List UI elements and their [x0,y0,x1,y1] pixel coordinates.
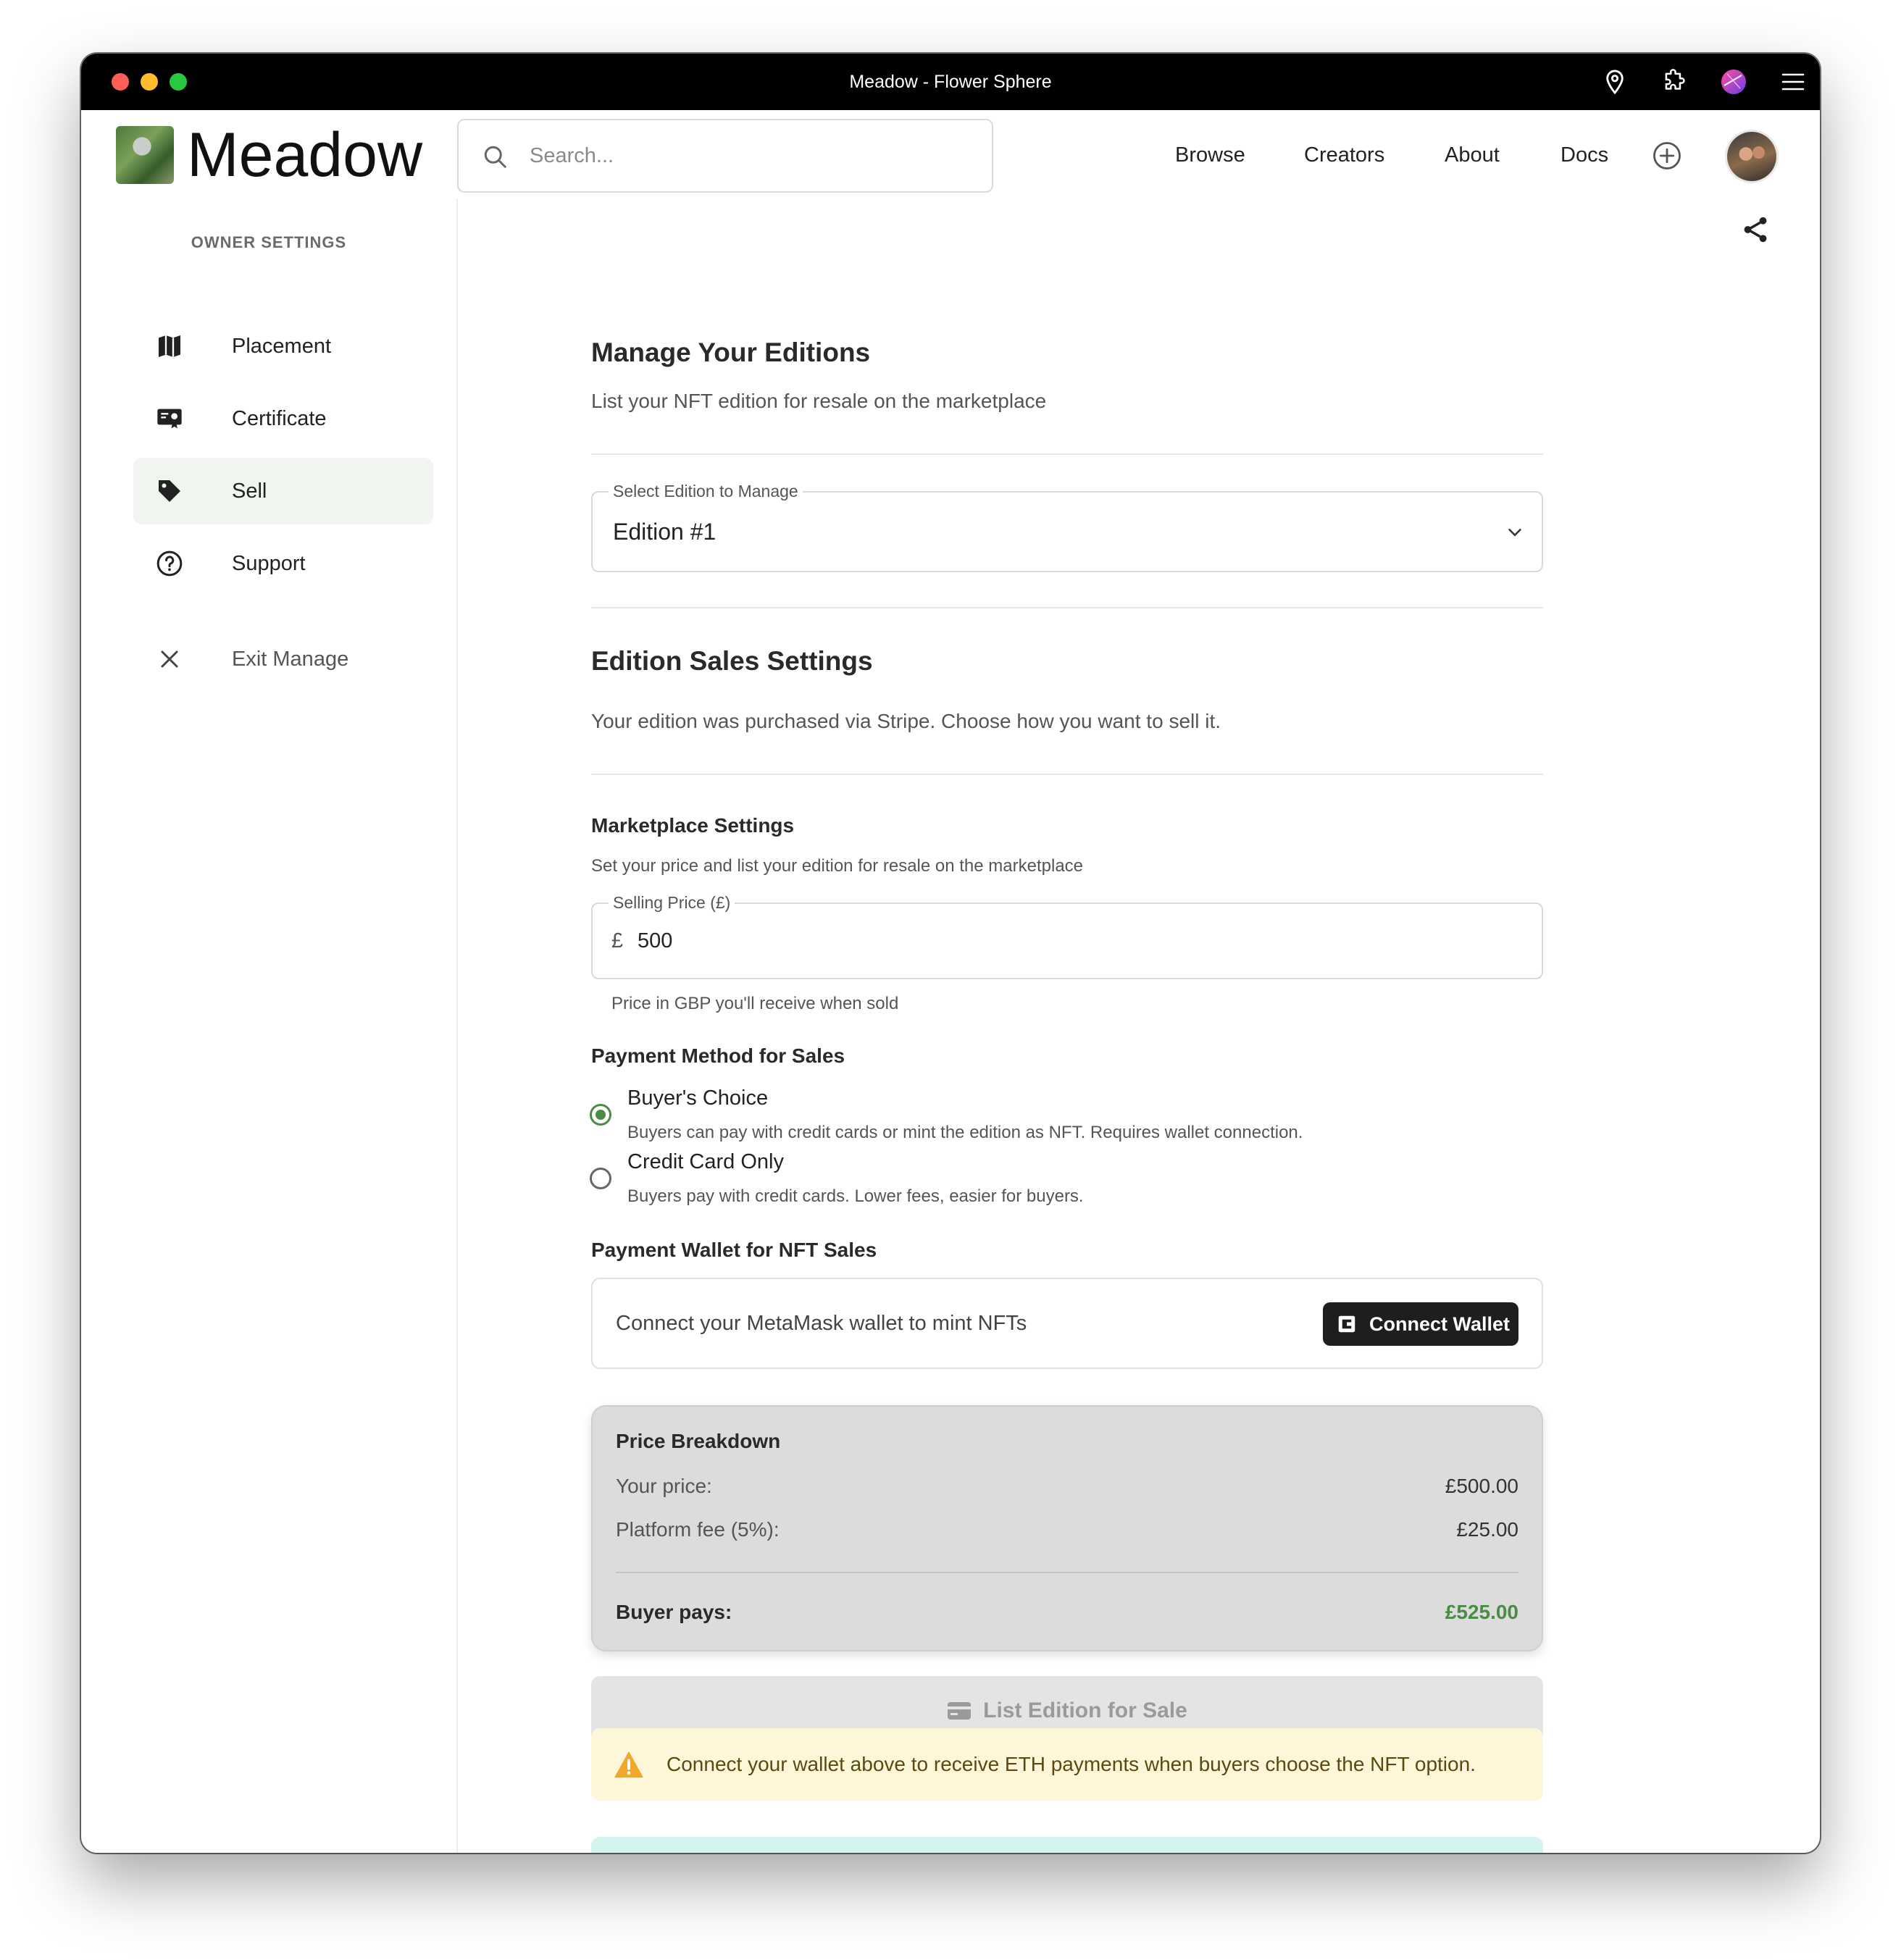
sidebar-item-label: Sell [232,479,267,503]
radio-credit-card-only[interactable] [590,1168,611,1189]
payment-wallet-title: Payment Wallet for NFT Sales [591,1239,877,1261]
sidebar-item-label: Placement [232,335,332,358]
wallet-warning-alert: Connect your wallet above to receive ETH… [591,1728,1543,1801]
sidebar-item-support[interactable]: Support [133,530,433,597]
nav-about[interactable]: About [1445,142,1500,168]
your-price-label: Your price: [616,1475,712,1497]
share-icon[interactable] [1740,214,1771,245]
user-avatar[interactable] [1727,132,1776,181]
wallet-panel: Connect your MetaMask wallet to mint NFT… [591,1278,1543,1369]
exit-manage-label: Exit Manage [232,648,349,671]
selling-price-field[interactable]: Selling Price (£) £ 500 [591,892,1543,979]
sidebar-item-label: Certificate [232,407,327,430]
sidebar-heading: OWNER SETTINGS [191,233,347,251]
buyers-choice-description: Buyers can pay with credit cards or mint… [627,1123,1303,1142]
credit-card-only-title[interactable]: Credit Card Only [627,1150,784,1174]
window-title: Meadow - Flower Sphere [849,72,1052,92]
location-pin-icon[interactable] [1601,68,1629,96]
add-circle-icon[interactable] [1652,141,1682,171]
exit-manage-button[interactable]: Exit Manage [133,626,433,692]
sales-settings-title: Edition Sales Settings [591,646,873,676]
page-title: Manage Your Editions [591,338,871,367]
warning-icon [614,1751,643,1778]
profile-orb-icon[interactable] [1720,68,1747,96]
price-helper-text: Price in GBP you'll receive when sold [611,994,899,1013]
search-placeholder: Search... [530,144,614,167]
price-breakdown-card: Price Breakdown Your price: £500.00 Plat… [591,1405,1543,1651]
list-edition-label: List Edition for Sale [983,1699,1187,1722]
sidebar-divider [456,198,458,1853]
credit-card-icon [948,1702,972,1720]
edition-select-value: Edition #1 [613,519,716,545]
nav-creators[interactable]: Creators [1304,142,1384,168]
currency-symbol: £ [611,929,624,952]
connect-wallet-label: Connect Wallet [1369,1313,1511,1335]
buyer-pays-value: £525.00 [1445,1601,1518,1623]
search-input[interactable]: Search... [457,119,993,193]
sales-settings-description: Your edition was purchased via Stripe. C… [591,710,1221,732]
sidebar-item-certificate[interactable]: Certificate [133,385,433,452]
close-icon [161,650,178,668]
wallet-message: Connect your MetaMask wallet to mint NFT… [616,1312,1027,1335]
sidebar-item-placement[interactable]: Placement [133,313,433,380]
connect-wallet-button[interactable]: Connect Wallet [1323,1302,1518,1346]
certificate-icon [157,409,182,429]
hamburger-menu-icon[interactable] [1779,68,1807,96]
logo-text[interactable]: Meadow [187,120,422,190]
logo-image[interactable] [116,126,174,184]
platform-fee-label: Platform fee (5%): [616,1518,780,1541]
browser-window: Meadow - Flower Sphere Meadow Search... … [81,54,1820,1853]
marketplace-settings-description: Set your price and list your edition for… [591,856,1084,876]
price-breakdown-title: Price Breakdown [616,1430,781,1452]
nav-docs[interactable]: Docs [1561,142,1608,168]
sidebar-item-label: Support [232,552,306,575]
warning-text: Connect your wallet above to receive ETH… [667,1753,1476,1775]
tag-icon [159,480,180,502]
info-panel [591,1837,1543,1853]
map-icon [159,335,180,357]
platform-fee-value: £25.00 [1456,1518,1518,1541]
sidebar-item-sell[interactable]: Sell [133,458,433,524]
credit-card-only-description: Buyers pay with credit cards. Lower fees… [627,1186,1084,1206]
payment-method-title: Payment Method for Sales [591,1044,845,1067]
marketplace-settings-title: Marketplace Settings [591,814,795,837]
buyer-pays-label: Buyer pays: [616,1601,732,1623]
wallet-icon [1338,1315,1355,1333]
selling-price-value[interactable]: 500 [638,904,672,978]
your-price-value: £500.00 [1445,1475,1518,1497]
help-circle-icon [156,550,183,577]
chevron-down-icon [1508,529,1521,537]
title-bar: Meadow - Flower Sphere [81,54,1820,110]
divider [591,774,1543,775]
extensions-puzzle-icon[interactable] [1660,68,1688,96]
divider [616,1572,1518,1573]
buyers-choice-title[interactable]: Buyer's Choice [627,1086,768,1110]
search-icon [484,146,506,168]
radio-buyers-choice[interactable] [590,1104,611,1126]
divider [591,607,1543,608]
edition-select[interactable]: Select Edition to Manage Edition #1 [591,481,1543,572]
divider [591,453,1543,455]
nav-browse[interactable]: Browse [1175,142,1245,168]
page-subtitle: List your NFT edition for resale on the … [591,390,1047,412]
